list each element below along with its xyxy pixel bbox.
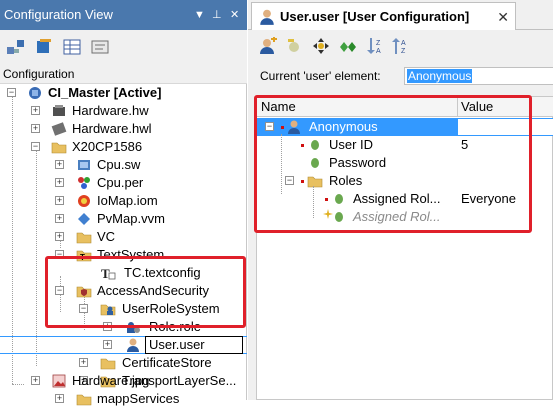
tree-item-label: Cpu.sw xyxy=(97,157,141,172)
tree-item-label: Cpu.per xyxy=(97,175,144,190)
svg-text:A: A xyxy=(401,40,406,47)
collapse-toggle[interactable]: − xyxy=(31,142,40,151)
current-element-value: Anonymous xyxy=(407,69,473,83)
move-icon[interactable] xyxy=(311,37,331,55)
tree-item-vc[interactable]: + VC xyxy=(0,228,247,246)
tree-item-label: IoMap.iom xyxy=(97,193,158,208)
tree-item-hardware-hw[interactable]: + Hardware.hw xyxy=(0,102,247,120)
dropdown-icon[interactable]: ▼ xyxy=(194,0,205,30)
tree-item-mappservices[interactable]: + mappServices xyxy=(0,390,247,408)
tree-item-label: Hardware.jpg xyxy=(72,373,150,388)
panel-title-bar: Configuration View ▼ ⊥ ✕ xyxy=(0,0,247,30)
user-icon xyxy=(260,9,274,25)
network-icon[interactable] xyxy=(6,38,26,56)
expand-toggle[interactable]: + xyxy=(79,358,88,367)
svg-text:Z: Z xyxy=(376,40,381,47)
user-icon xyxy=(127,338,139,352)
tree-item-label: mappServices xyxy=(97,391,180,406)
configuration-label: Configuration xyxy=(0,64,247,84)
tree-item-label: VC xyxy=(97,229,116,244)
highlight-box xyxy=(45,256,246,328)
current-element-label: Current 'user' element: xyxy=(260,69,381,83)
io-map-icon xyxy=(78,195,90,207)
properties-icon[interactable] xyxy=(90,38,110,56)
software-icon xyxy=(78,160,90,170)
tree-item-cpu-per[interactable]: + Cpu.per xyxy=(0,174,247,192)
image-file-icon xyxy=(52,374,66,388)
configuration-view-panel: Configuration View ▼ ⊥ ✕ Configuration − xyxy=(0,0,247,406)
expand-toggle[interactable]: + xyxy=(55,214,64,223)
tree-item-x20cp1586[interactable]: − X20CP1586 xyxy=(0,138,247,156)
folder-icon xyxy=(51,142,67,154)
tree-item-label: Hardware.hw xyxy=(72,103,149,118)
expand-toggle[interactable]: + xyxy=(103,340,112,349)
tree-item-label: Hardware.hwl xyxy=(72,121,152,136)
table-icon[interactable] xyxy=(62,38,82,56)
tree-item-label: X20CP1586 xyxy=(72,139,143,154)
sort-descending-icon[interactable]: ZA xyxy=(365,37,385,55)
sort-ascending-icon[interactable]: AZ xyxy=(390,37,410,55)
tree-item-ci-master[interactable]: − CI_Master [Active] xyxy=(0,84,247,102)
add-element-icon[interactable] xyxy=(284,37,304,55)
expand-toggle[interactable]: + xyxy=(55,160,64,169)
tree-item-cpu-sw[interactable]: + Cpu.sw xyxy=(0,156,247,174)
tab-label: User.user [User Configuration] xyxy=(280,9,470,24)
tree-item-certificatestore[interactable]: + CertificateStore xyxy=(0,354,247,372)
highlight-box xyxy=(254,95,532,233)
panel-title: Configuration View xyxy=(4,7,113,22)
close-icon[interactable]: ✕ xyxy=(230,0,239,30)
folder-icon xyxy=(100,358,116,370)
tree-item-user-user[interactable]: + User.user xyxy=(0,336,247,354)
tree-item-label: PvMap.vvm xyxy=(97,211,165,226)
expand-toggle[interactable]: + xyxy=(31,106,40,115)
folder-icon xyxy=(76,394,92,406)
tab-user-configuration[interactable]: User.user [User Configuration] ✕ xyxy=(251,2,516,30)
current-element-row: Current 'user' element: Anonymous xyxy=(248,64,553,88)
svg-text:A: A xyxy=(376,48,381,55)
tree-item-label: CI_Master [Active] xyxy=(48,85,162,100)
current-element-select[interactable]: Anonymous xyxy=(404,67,553,85)
user-configuration-editor: User.user [User Configuration] ✕ ZA AZ C… xyxy=(248,0,553,400)
pin-icon[interactable]: ⊥ xyxy=(212,0,222,30)
permissions-icon xyxy=(78,177,90,189)
project-icon xyxy=(29,87,41,99)
cube-icon[interactable] xyxy=(34,38,54,56)
tree-item-iomap[interactable]: + IoMap.iom xyxy=(0,192,247,210)
configuration-tree: − CI_Master [Active] + Hardware.hw + Har… xyxy=(0,84,247,406)
expand-toggle[interactable]: + xyxy=(55,394,64,403)
close-tab-icon[interactable]: ✕ xyxy=(497,3,509,31)
pv-map-icon xyxy=(78,213,90,225)
expand-toggle[interactable]: + xyxy=(31,376,40,385)
folder-icon xyxy=(76,232,92,244)
expand-toggle[interactable]: + xyxy=(55,232,64,241)
tree-item-hardware-jpg[interactable]: + Hardware.jpg xyxy=(0,372,247,390)
editor-tab-bar: User.user [User Configuration] ✕ xyxy=(248,0,553,30)
hardware-list-icon xyxy=(51,122,67,136)
hardware-icon xyxy=(53,105,65,116)
expand-toggle[interactable]: + xyxy=(55,196,64,205)
collapse-toggle[interactable]: − xyxy=(7,88,16,97)
add-user-icon[interactable] xyxy=(258,37,278,55)
editor-toolbar: ZA AZ xyxy=(248,31,553,61)
panel-toolbar xyxy=(0,30,247,64)
tree-item-pvmap[interactable]: + PvMap.vvm xyxy=(0,210,247,228)
link-icon[interactable] xyxy=(338,37,358,55)
tree-item-hardware-hwl[interactable]: + Hardware.hwl xyxy=(0,120,247,138)
tree-item-label: User.user xyxy=(145,336,243,354)
tree-item-label: CertificateStore xyxy=(122,355,212,370)
expand-toggle[interactable]: + xyxy=(55,178,64,187)
svg-text:Z: Z xyxy=(401,48,406,55)
expand-toggle[interactable]: + xyxy=(31,124,40,133)
